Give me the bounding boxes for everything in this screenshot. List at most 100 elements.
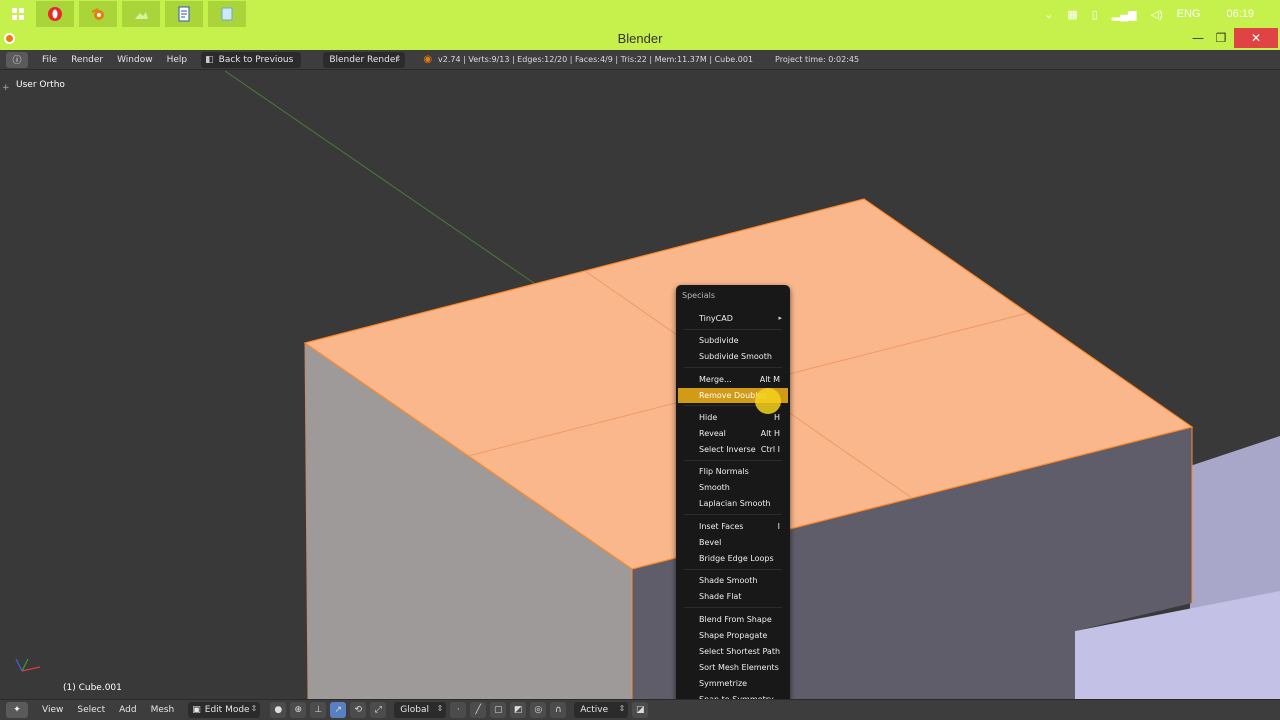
screen: ⌄ ▦ ▯ ▂▄▆ ◁) ENG 06:19 Blender — ❐ ✕ ⓘ F… [0,0,1280,720]
photos-icon [135,12,148,19]
menu-item-subdivide[interactable]: Subdivide [678,333,788,348]
orientation-dropdown[interactable]: Global ⇕ [394,702,447,718]
windows-taskbar: ⌄ ▦ ▯ ▂▄▆ ◁) ENG 06:19 [0,0,1280,28]
sphere-icon: ● [274,705,283,715]
proportional-edit-button[interactable]: ◎ [530,702,547,718]
3d-viewport[interactable]: + User Ortho (1) Cube.001 [0,71,1280,699]
menu-item-tinycad[interactable]: TinyCAD ▸ [678,311,788,326]
menu-item-bevel[interactable]: Bevel [678,535,788,550]
close-button[interactable]: ✕ [1234,28,1278,48]
menu-help[interactable]: Help [167,55,188,65]
specials-menu-title: Specials [682,291,715,300]
menu-item-reveal[interactable]: Reveal Alt H [678,426,788,441]
menu-file[interactable]: File [42,55,57,65]
window-titlebar: Blender — ❐ ✕ [0,28,1280,50]
viewport-scene [15,71,1280,699]
occlude-geometry-button[interactable]: ◩ [510,702,527,718]
submenu-arrow-icon: ▸ [778,314,782,322]
pivot-icon: ⊕ [294,705,303,715]
updown-arrow-icon: ⇕ [394,53,402,63]
manipulator-toggle-button[interactable]: ⊥ [310,702,327,718]
specials-menu: Specials TinyCAD ▸ Subdivide Subdivide Sm… [676,285,790,715]
face-select-button[interactable]: ▢ [490,702,507,718]
menu-item-shade-smooth[interactable]: Shade Smooth [678,573,788,588]
blender-stats-icon: ◉ [423,54,433,65]
blender-icon [91,8,104,20]
battery-icon[interactable]: ▯ [1092,8,1098,21]
occlude-icon: ◩ [514,705,523,715]
menu-render[interactable]: Render [71,55,103,65]
mode-value: Edit Mode [204,705,250,715]
taskbar-opera-button[interactable] [36,1,74,27]
scene-stats: ◉ v2.74 | Verts:9/13 | Edges:12/20 | Fac… [423,54,753,65]
mouse-cursor-highlight [755,388,781,414]
rotate-manipulator-button[interactable]: ⟲ [350,702,367,718]
shading-solid-button[interactable]: ● [270,702,287,718]
manipulator-icon: ⊥ [314,705,323,715]
menu-mesh[interactable]: Mesh [151,705,175,715]
editor-type-3d-button[interactable]: ✦ [6,702,28,718]
signal-icon[interactable]: ▂▄▆ [1112,8,1137,21]
taskbar-blender-button[interactable] [79,1,117,27]
render-preview-button[interactable]: ◪ [632,702,649,718]
menu-separator [684,514,782,515]
rotate-icon: ⟲ [354,705,363,715]
editor-type-button[interactable]: ⓘ [6,51,28,68]
menu-window[interactable]: Window [117,55,153,65]
taskbar-document-button[interactable] [165,1,203,27]
info-header: ⓘ File Render Window Help ◧ Back to Prev… [0,50,1280,70]
translate-manipulator-button[interactable]: ↗ [330,702,347,718]
windows-icon[interactable]: ▦ [1067,8,1077,21]
snap-target-dropdown[interactable]: Active ⇕ [574,702,629,718]
menu-item-flip-normals[interactable]: Flip Normals [678,464,788,479]
taskbar-photos-button[interactable] [122,1,160,27]
language-indicator[interactable]: ENG [1177,8,1201,20]
menu-item-select-shortest-path[interactable]: Select Shortest Path [678,644,788,659]
menu-item-inset-faces[interactable]: Inset Faces I [678,519,788,534]
menu-item-laplacian-smooth[interactable]: Laplacian Smooth [678,496,788,511]
pivot-point-button[interactable]: ⊕ [290,702,307,718]
opera-icon [48,7,62,21]
menu-item-merge[interactable]: Merge... Alt M [678,372,788,387]
menu-view[interactable]: View [42,705,63,715]
vertex-select-button[interactable]: · [450,702,467,718]
menu-item-bridge-edge-loops[interactable]: Bridge Edge Loops [678,551,788,566]
face-icon: ▢ [494,705,503,715]
menu-item-select-inverse[interactable]: Select Inverse Ctrl I [678,442,788,457]
menu-item-shade-flat[interactable]: Shade Flat [678,589,788,604]
clock[interactable]: 06:19 [1226,8,1254,20]
menu-select[interactable]: Select [77,705,105,715]
maximize-button[interactable]: ❐ [1208,28,1234,48]
arrow-icon: ↗ [334,705,343,715]
back-to-previous-label: Back to Previous [218,54,294,65]
active-object-label: (1) Cube.001 [63,683,122,693]
volume-icon[interactable]: ◁) [1151,8,1163,21]
start-button[interactable] [0,0,36,28]
toolshelf-toggle-icon[interactable]: + [2,83,10,93]
gizmo-y-axis [21,658,29,672]
menu-add[interactable]: Add [119,705,136,715]
menu-item-sort-mesh-elements[interactable]: Sort Mesh Elements [678,660,788,675]
scale-manipulator-button[interactable]: ⤢ [370,702,387,718]
menu-separator [684,569,782,570]
chevron-up-icon[interactable]: ⌄ [1044,8,1053,21]
snap-toggle-button[interactable]: ∩ [550,702,567,718]
window-title: Blender [617,31,663,46]
scene-stats-text: v2.74 | Verts:9/13 | Edges:12/20 | Faces… [438,55,754,64]
menu-item-blend-from-shape[interactable]: Blend From Shape [678,612,788,627]
mode-dropdown[interactable]: ▣ Edit Mode ⇕ [188,702,261,718]
render-engine-dropdown[interactable]: Blender Render ⇕ [323,51,406,68]
system-tray: ⌄ ▦ ▯ ▂▄▆ ◁) ENG 06:19 [1044,0,1280,28]
taskbar-notepad-button[interactable] [208,1,246,27]
render-engine-value: Blender Render [329,54,400,65]
notepad-icon [221,7,233,21]
edge-select-button[interactable]: ╱ [470,702,487,718]
menu-item-shape-propagate[interactable]: Shape Propagate [678,628,788,643]
menu-item-symmetrize[interactable]: Symmetrize [678,676,788,691]
orientation-value: Global [400,705,429,715]
updown-arrow-icon: ⇕ [436,704,444,713]
back-to-previous-button[interactable]: ◧ Back to Previous [201,51,302,68]
menu-item-subdivide-smooth[interactable]: Subdivide Smooth [678,349,788,364]
y-axis-line [224,71,561,302]
menu-item-smooth[interactable]: Smooth [678,480,788,495]
